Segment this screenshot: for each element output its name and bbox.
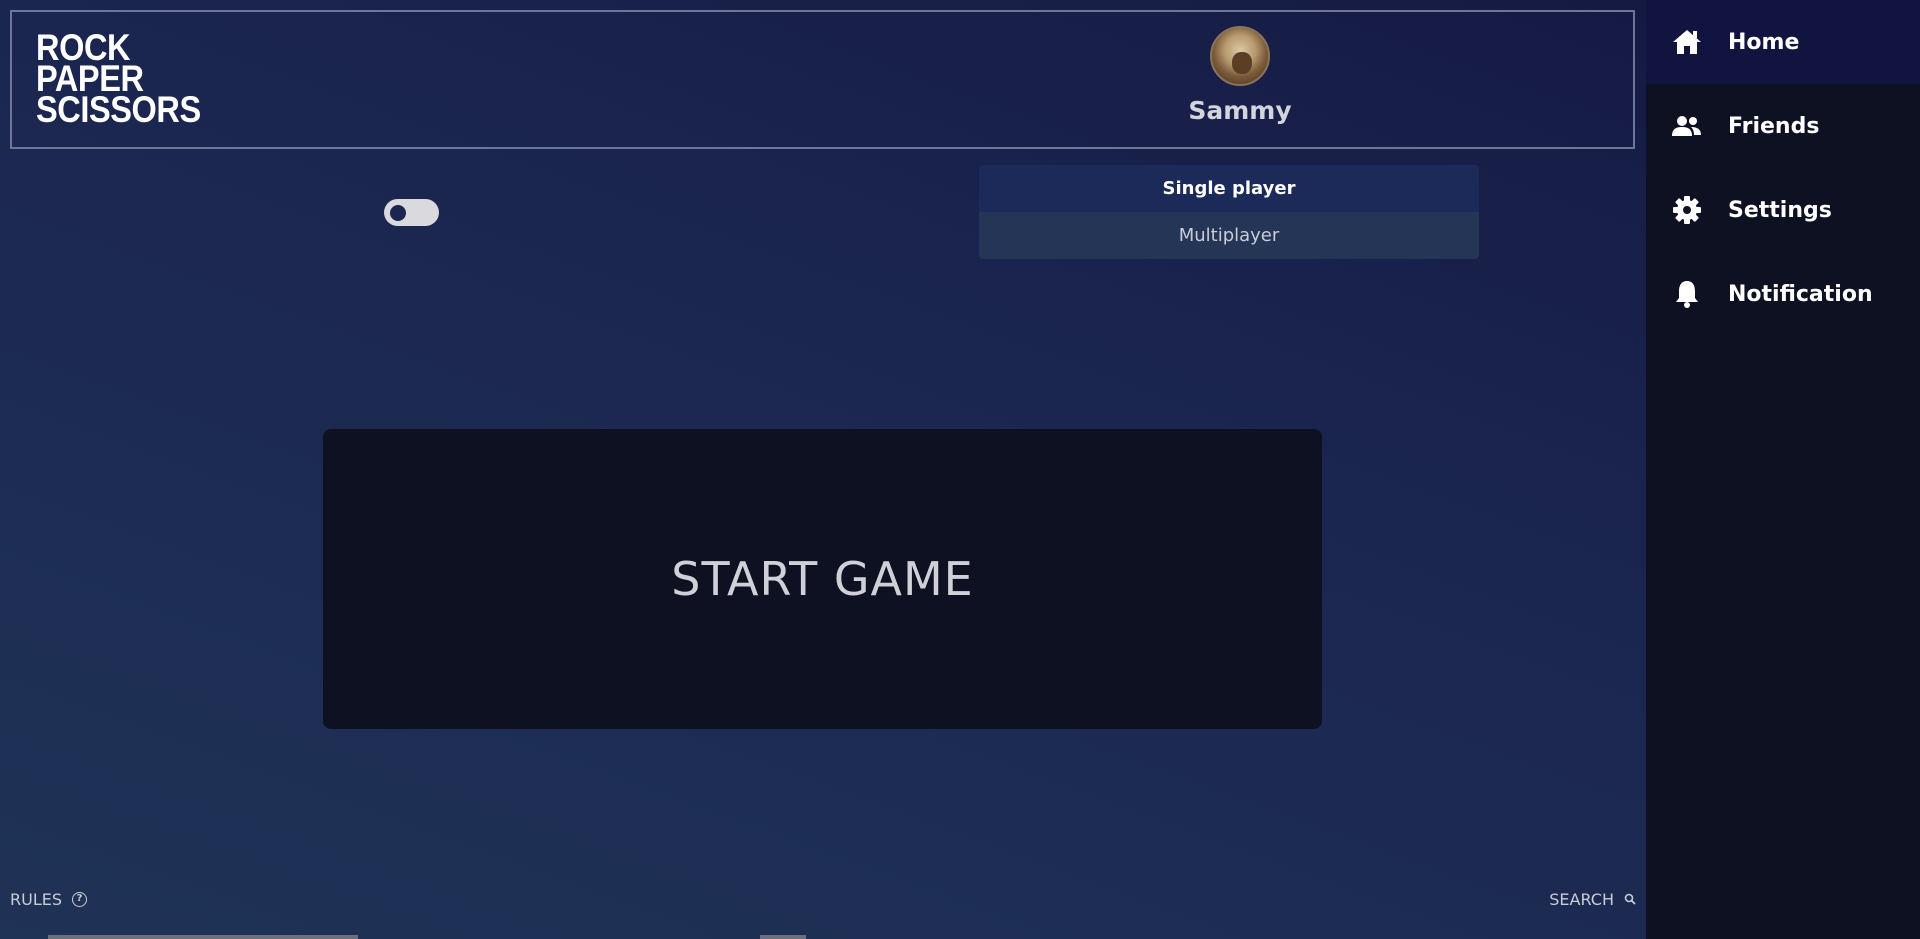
mode-multiplayer[interactable]: Multiplayer [979, 212, 1479, 259]
help-icon: ? [72, 892, 88, 907]
horizontal-scrollbar-thumb[interactable] [760, 935, 806, 939]
sidebar-item-settings[interactable]: Settings [1646, 168, 1920, 252]
sidebar-item-label: Settings [1728, 197, 1832, 223]
search-link[interactable]: SEARCH [1549, 890, 1636, 909]
start-game-label: START GAME [671, 552, 974, 606]
horizontal-scrollbar[interactable] [48, 935, 358, 939]
theme-toggle[interactable] [384, 199, 439, 226]
main-area: ROCK PAPER SCISSORS Sammy Single player … [0, 0, 1646, 939]
sidebar: Home Friends Settings Notification [1646, 0, 1920, 939]
rules-label: RULES [10, 890, 63, 909]
user-profile[interactable]: Sammy [1162, 26, 1318, 125]
logo-line-scissors: SCISSORS [36, 89, 201, 130]
mode-single-player[interactable]: Single player [979, 165, 1479, 212]
search-icon [1624, 890, 1636, 909]
game-mode-menu: Single player Multiplayer [979, 165, 1479, 259]
sidebar-item-label: Home [1728, 29, 1800, 55]
sidebar-item-label: Notification [1728, 281, 1873, 307]
search-label: SEARCH [1549, 890, 1614, 909]
username: Sammy [1188, 96, 1292, 125]
sidebar-item-notification[interactable]: Notification [1646, 252, 1920, 336]
sidebar-item-label: Friends [1728, 113, 1820, 139]
friends-icon [1670, 109, 1704, 143]
gear-icon [1670, 193, 1704, 227]
bell-icon [1670, 277, 1704, 311]
start-game-button[interactable]: START GAME [323, 429, 1322, 729]
sidebar-item-friends[interactable]: Friends [1646, 84, 1920, 168]
sidebar-item-home[interactable]: Home [1646, 0, 1920, 84]
toggle-knob [390, 205, 406, 221]
avatar[interactable] [1210, 26, 1270, 86]
header: ROCK PAPER SCISSORS Sammy [10, 10, 1635, 149]
rules-link[interactable]: RULES ? [10, 890, 88, 909]
home-icon [1670, 25, 1704, 59]
app-logo: ROCK PAPER SCISSORS [36, 29, 201, 130]
